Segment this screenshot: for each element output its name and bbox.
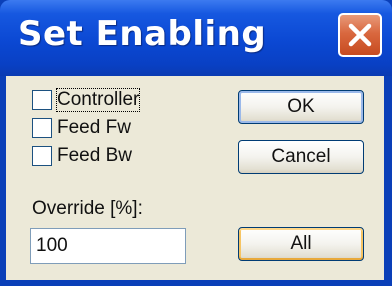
dialog-client-area: Controller Feed Fw Feed Bw Override [%]:… <box>6 76 384 280</box>
ok-button[interactable]: OK <box>238 90 364 124</box>
cancel-button[interactable]: Cancel <box>238 140 364 174</box>
override-input[interactable] <box>30 228 186 264</box>
checkbox-feed-fw[interactable]: Feed Fw <box>32 116 131 140</box>
checkbox-feed-bw-label[interactable]: Feed Bw <box>57 145 132 167</box>
all-button[interactable]: All <box>238 227 364 261</box>
window-title: Set Enabling <box>18 14 267 54</box>
title-bar[interactable]: Set Enabling <box>0 0 392 76</box>
checkbox-controller[interactable]: Controller <box>32 88 141 112</box>
checkbox-controller-label[interactable]: Controller <box>55 88 141 112</box>
override-label: Override [%]: <box>32 198 143 219</box>
checkbox-feed-bw[interactable]: Feed Bw <box>32 144 132 168</box>
dialog-window: Set Enabling Controller Feed Fw Feed Bw … <box>0 0 392 286</box>
checkbox-feed-fw-box[interactable] <box>32 118 52 138</box>
checkbox-feed-bw-box[interactable] <box>32 146 52 166</box>
checkbox-feed-fw-label[interactable]: Feed Fw <box>57 117 131 139</box>
close-icon <box>348 23 372 47</box>
close-button[interactable] <box>338 13 382 57</box>
checkbox-controller-box[interactable] <box>32 90 52 110</box>
